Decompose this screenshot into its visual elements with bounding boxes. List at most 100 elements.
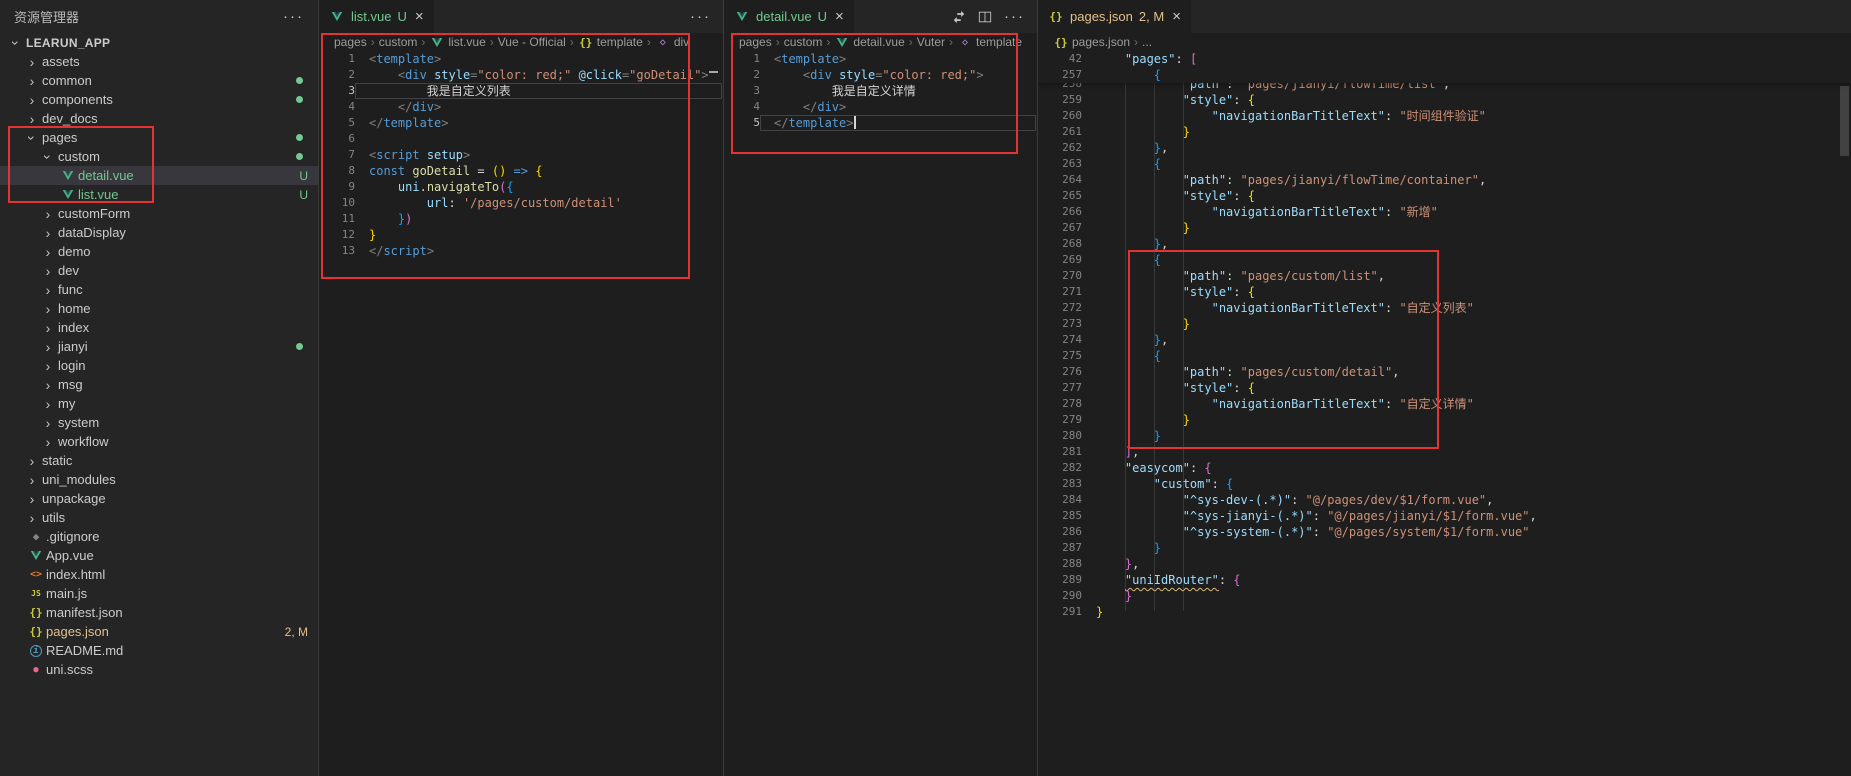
breadcrumb-item-vuter[interactable]: Vuter <box>917 35 945 49</box>
line-number: 258 <box>1038 83 1096 92</box>
line-number: 1 <box>724 51 774 67</box>
tab-bar: detail.vueU× ··· <box>724 0 1037 33</box>
breadcrumb-item-pages[interactable]: pages <box>334 35 367 49</box>
breadcrumb-item-div[interactable]: ◇div <box>655 35 689 49</box>
tree-item-detail-vue[interactable]: detail.vueU <box>0 166 318 185</box>
more-actions-icon[interactable]: ··· <box>283 9 304 24</box>
tree-item-datadisplay[interactable]: ›dataDisplay <box>0 223 318 242</box>
tree-item-label: manifest.json <box>46 605 123 620</box>
tab-pages-json[interactable]: {}pages.json2, M× <box>1038 0 1191 33</box>
tree-item-uni-scss[interactable]: ●uni.scss <box>0 660 318 679</box>
git-compare-icon[interactable] <box>952 10 966 24</box>
code-line: 279 } <box>1038 412 1851 428</box>
tree-item-manifest-json[interactable]: {}manifest.json <box>0 603 318 622</box>
code-editor-detail-vue[interactable]: 1<template>2 <div style="color: red;">3 … <box>724 51 1037 776</box>
chevron-down-icon: › <box>25 130 39 146</box>
tree-item-static[interactable]: ›static <box>0 451 318 470</box>
breadcrumb-item-list-vue[interactable]: list.vue <box>429 35 485 49</box>
tree-item-main-js[interactable]: JSmain.js <box>0 584 318 603</box>
tree-item-label: dev_docs <box>42 111 98 126</box>
code-line: 287 } <box>1038 540 1851 556</box>
breadcrumb-item-pages[interactable]: pages <box>739 35 772 49</box>
chevron-right-icon: › <box>24 511 40 525</box>
code-editor-pages-json[interactable]: 42 "pages": [257 { 258 "path": "pages/ji… <box>1038 51 1851 776</box>
line-number: 287 <box>1038 540 1096 556</box>
code-line: 9 uni.navigateTo({ <box>319 179 723 195</box>
breadcrumb-item-template[interactable]: ◇template <box>957 35 1022 49</box>
tree-item-learun-app[interactable]: ›LEARUN_APP <box>0 33 318 52</box>
code-line: 273 } <box>1038 316 1851 332</box>
more-actions-icon[interactable]: ··· <box>690 9 711 24</box>
breadcrumb-item-custom[interactable]: custom <box>379 35 418 49</box>
code-line: 291} <box>1038 604 1851 620</box>
tree-item-func[interactable]: ›func <box>0 280 318 299</box>
tree-item-list-vue[interactable]: list.vueU <box>0 185 318 204</box>
close-icon[interactable]: × <box>415 9 424 24</box>
tree-item-components[interactable]: ›components <box>0 90 318 109</box>
tree-item-uni-modules[interactable]: ›uni_modules <box>0 470 318 489</box>
tree-item-label: list.vue <box>78 187 118 202</box>
split-editor-icon[interactable] <box>978 10 992 24</box>
chevron-right-icon: › <box>24 93 40 107</box>
overview-ruler-mark <box>709 71 718 73</box>
close-icon[interactable]: × <box>1172 9 1181 24</box>
line-number: 288 <box>1038 556 1096 572</box>
tree-item-index[interactable]: ›index <box>0 318 318 337</box>
line-number: 284 <box>1038 492 1096 508</box>
line-number: 11 <box>319 211 369 227</box>
tree-item-dev-docs[interactable]: ›dev_docs <box>0 109 318 128</box>
tree-item-dev[interactable]: ›dev <box>0 261 318 280</box>
tree-item-msg[interactable]: ›msg <box>0 375 318 394</box>
chevron-right-icon: › <box>40 302 56 316</box>
chevron-right-icon: › <box>24 74 40 88</box>
tree-item-common[interactable]: ›common <box>0 71 318 90</box>
tree-item-system[interactable]: ›system <box>0 413 318 432</box>
code-editor-list-vue[interactable]: 1<template>2 <div style="color: red;" @c… <box>319 51 723 776</box>
line-number: 262 <box>1038 140 1096 156</box>
breadcrumb-item-pages-json[interactable]: {}pages.json <box>1053 35 1130 49</box>
tree-item-workflow[interactable]: ›workflow <box>0 432 318 451</box>
tree-item-home[interactable]: ›home <box>0 299 318 318</box>
tree-item-demo[interactable]: ›demo <box>0 242 318 261</box>
tree-item-login[interactable]: ›login <box>0 356 318 375</box>
breadcrumb-separator: › <box>949 35 953 49</box>
breadcrumb-item-detail-vue[interactable]: detail.vue <box>834 35 904 49</box>
tree-item-jianyi[interactable]: ›jianyi <box>0 337 318 356</box>
code-line: 3 我是自定义列表 <box>319 83 723 99</box>
tree-item-label: my <box>58 396 75 411</box>
code-line: 257 { <box>1038 67 1851 83</box>
tree-item-label: pages <box>42 130 77 145</box>
code-line: 266 "navigationBarTitleText": "新增" <box>1038 204 1851 220</box>
tree-item-unpackage[interactable]: ›unpackage <box>0 489 318 508</box>
chevron-right-icon: › <box>24 55 40 69</box>
tree-item-custom[interactable]: ›custom <box>0 147 318 166</box>
breadcrumb-item-template[interactable]: {}template <box>578 35 643 49</box>
breadcrumb-item-vue-official[interactable]: Vue - Official <box>498 35 566 49</box>
tree-item-index-html[interactable]: <>index.html <box>0 565 318 584</box>
chevron-down-icon: › <box>9 35 23 51</box>
tree-item--gitignore[interactable]: ◆.gitignore <box>0 527 318 546</box>
tab-list-vue[interactable]: list.vueU× <box>319 0 434 33</box>
code-line: 286 "^sys-system-(.*)": "@/pages/system/… <box>1038 524 1851 540</box>
tree-item-app-vue[interactable]: App.vue <box>0 546 318 565</box>
tree-item-readme-md[interactable]: iREADME.md <box>0 641 318 660</box>
close-icon[interactable]: × <box>835 9 844 24</box>
more-actions-icon[interactable]: ··· <box>1004 9 1025 24</box>
breadcrumb-item--[interactable]: ... <box>1142 35 1152 49</box>
tree-item-label: customForm <box>58 206 130 221</box>
tree-item-label: func <box>58 282 83 297</box>
tab-detail-vue[interactable]: detail.vueU× <box>724 0 854 33</box>
line-number: 267 <box>1038 220 1096 236</box>
tree-item-assets[interactable]: ›assets <box>0 52 318 71</box>
tree-item-pages-json[interactable]: {}pages.json2, M <box>0 622 318 641</box>
breadcrumb-item-custom[interactable]: custom <box>784 35 823 49</box>
scrollbar-thumb[interactable] <box>1840 86 1849 156</box>
tree-item-customform[interactable]: ›customForm <box>0 204 318 223</box>
breadcrumb-bar: {}pages.json›... <box>1038 33 1851 51</box>
text-cursor <box>854 116 856 129</box>
tree-item-utils[interactable]: ›utils <box>0 508 318 527</box>
code-line: 1<template> <box>724 51 1037 67</box>
code-line: 275 { <box>1038 348 1851 364</box>
tree-item-my[interactable]: ›my <box>0 394 318 413</box>
tree-item-pages[interactable]: ›pages <box>0 128 318 147</box>
